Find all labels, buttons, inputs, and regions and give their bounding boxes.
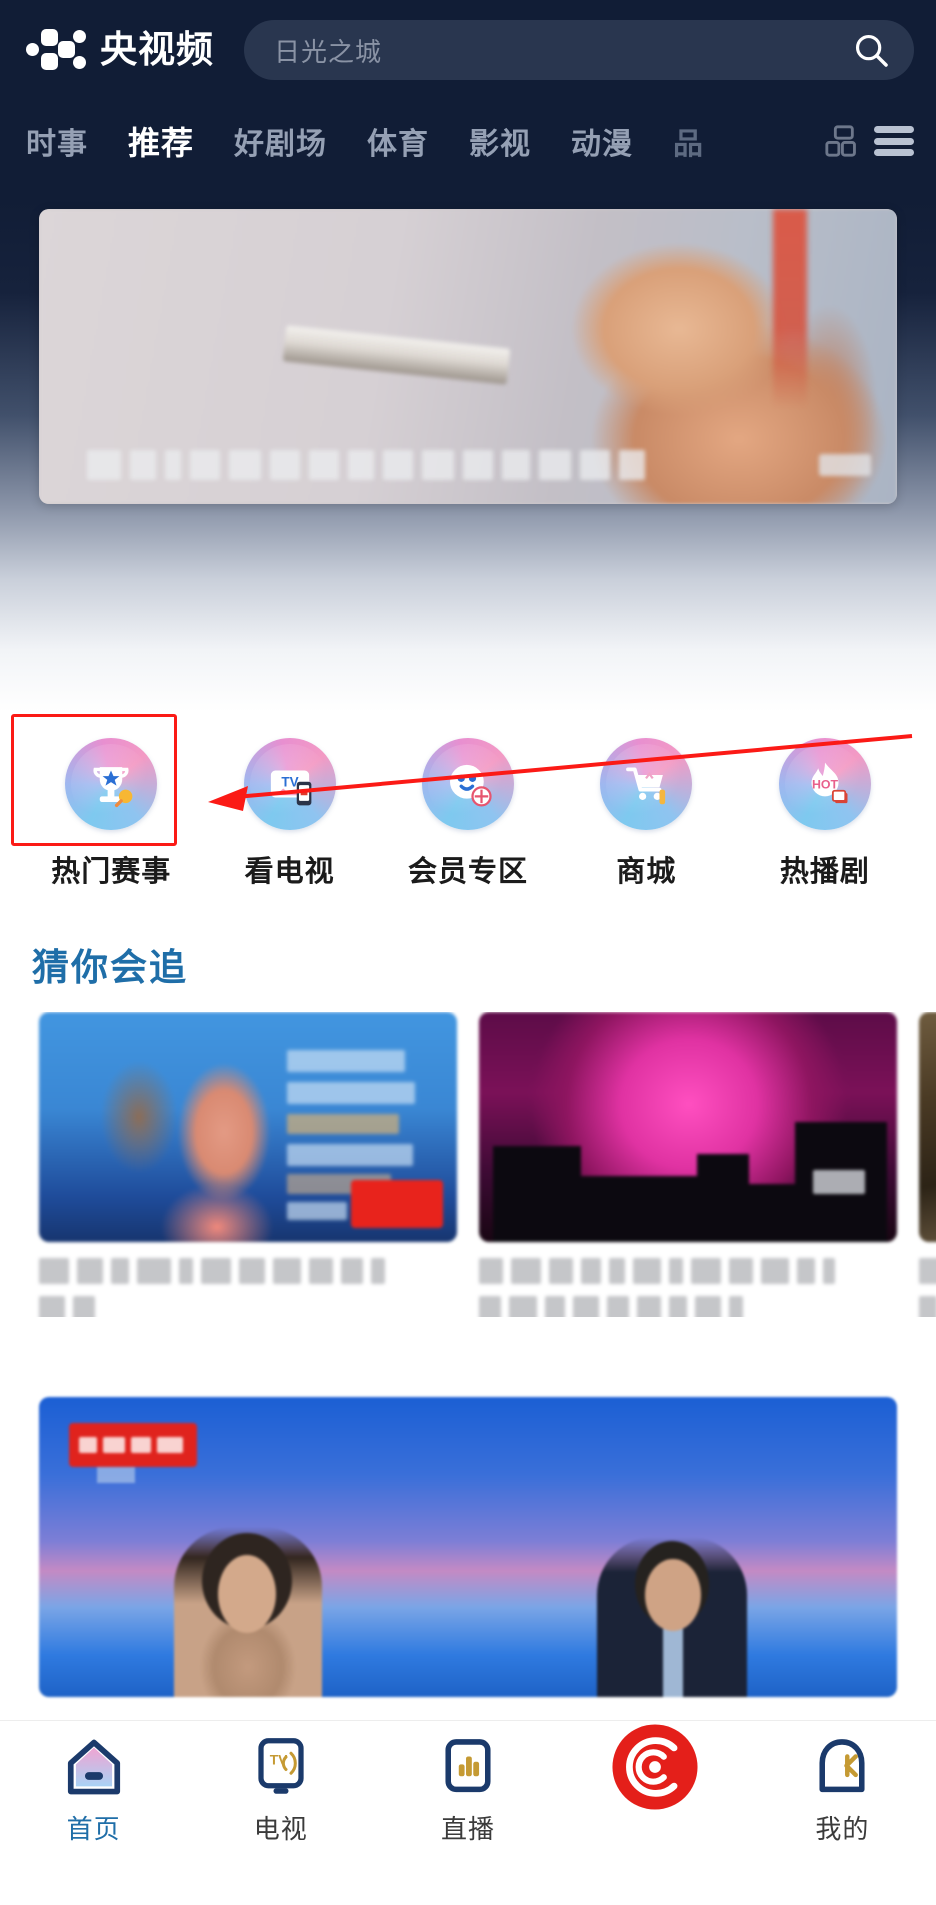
trophy-glyph bbox=[93, 767, 133, 808]
trophy-icon bbox=[65, 738, 158, 830]
record-cctv-icon bbox=[611, 1724, 699, 1810]
svg-text:TV: TV bbox=[281, 774, 298, 789]
bottom-nav-profile-label: 我的 bbox=[815, 1814, 870, 1844]
video-card[interactable] bbox=[919, 1012, 936, 1317]
vip-member-icon bbox=[422, 738, 515, 830]
quick-label-vip-zone: 会员专区 bbox=[408, 856, 529, 888]
bottom-nav-live-label: 直播 bbox=[441, 1814, 496, 1844]
feature-card-badge bbox=[69, 1423, 197, 1467]
tab-tuijian[interactable]: 推荐 bbox=[128, 118, 194, 164]
home-glyph bbox=[67, 1739, 120, 1795]
bottom-nav-home-label: 首页 bbox=[66, 1814, 121, 1844]
cctv-network-logo-icon bbox=[26, 28, 86, 72]
tab-haojuchang[interactable]: 好剧场 bbox=[234, 119, 327, 163]
tab-dongman[interactable]: 动漫 bbox=[571, 119, 633, 163]
hero-banner[interactable] bbox=[39, 209, 897, 504]
video-card[interactable] bbox=[39, 1012, 457, 1317]
tab-pin[interactable]: 品 bbox=[673, 119, 704, 163]
bottom-nav-tv[interactable]: TV 电视 bbox=[187, 1735, 374, 1846]
category-tabs: 时事 推荐 好剧场 体育 影视 动漫 品 bbox=[0, 100, 936, 182]
nav-right-controls bbox=[816, 124, 936, 158]
profile-icon bbox=[813, 1735, 871, 1799]
vip-face-glyph bbox=[450, 764, 492, 807]
bottom-navigation-bar: 首页 TV 电视 直播 我的 bbox=[0, 1720, 936, 1905]
home-icon bbox=[63, 1735, 125, 1799]
quick-item-hot-drama[interactable]: HOT 热播剧 bbox=[736, 724, 914, 890]
quick-item-vip-zone[interactable]: 会员专区 bbox=[379, 724, 557, 890]
search-placeholder-text: 日光之城 bbox=[274, 36, 383, 67]
video-card-row[interactable] bbox=[0, 1012, 936, 1317]
quick-item-mall[interactable]: 商城 bbox=[557, 724, 735, 890]
quick-label-hot-drama: 热播剧 bbox=[779, 856, 870, 888]
category-tabs-scroll[interactable]: 时事 推荐 好剧场 体育 影视 动漫 品 bbox=[26, 118, 816, 164]
section-title-guess-you-follow: 猜你会追 bbox=[32, 947, 188, 988]
video-card[interactable] bbox=[479, 1012, 897, 1317]
tab-shishi[interactable]: 时事 bbox=[26, 119, 88, 163]
bottom-nav-home[interactable]: 首页 bbox=[0, 1735, 187, 1846]
tv-device-icon: TV bbox=[252, 1735, 310, 1799]
app-logo[interactable]: 央视频 bbox=[26, 28, 214, 72]
tab-yingshi[interactable]: 影视 bbox=[469, 119, 531, 163]
app-screen: 央视频 日光之城 时事 推荐 好剧场 体育 影视 动漫 品 热门赛事 TV 看电… bbox=[0, 0, 936, 1905]
app-header: 央视频 日光之城 时事 推荐 好剧场 体育 影视 动漫 品 bbox=[0, 0, 936, 200]
quick-access-row: 热门赛事 TV 看电视 会员专区 商城 HOT 热播剧 bbox=[0, 724, 936, 900]
header-top-bar: 央视频 日光之城 bbox=[0, 0, 936, 100]
news-anchor-male bbox=[597, 1537, 747, 1697]
shopping-cart-icon bbox=[600, 738, 693, 830]
quick-label-mall: 商城 bbox=[616, 856, 677, 888]
video-card-title bbox=[919, 1258, 936, 1317]
video-thumbnail bbox=[39, 1012, 457, 1242]
hero-red-accent bbox=[773, 209, 807, 409]
record-cctv-glyph bbox=[612, 1724, 698, 1810]
tv-icon: TV bbox=[243, 738, 336, 830]
hot-flame-icon: HOT bbox=[778, 738, 871, 830]
tab-tiyu[interactable]: 体育 bbox=[367, 119, 429, 163]
live-bars-icon bbox=[440, 1735, 496, 1799]
video-thumbnail bbox=[479, 1012, 897, 1242]
bottom-nav-tv-label: 电视 bbox=[253, 1814, 308, 1844]
cart-glyph bbox=[626, 767, 666, 805]
video-thumb-tag bbox=[813, 1170, 865, 1194]
feature-video-card[interactable] bbox=[39, 1397, 897, 1697]
hamburger-menu-icon[interactable] bbox=[874, 126, 914, 156]
search-input[interactable]: 日光之城 bbox=[244, 20, 914, 80]
bottom-nav-live[interactable]: 直播 bbox=[374, 1735, 561, 1846]
bottom-nav-profile[interactable]: 我的 bbox=[749, 1735, 936, 1846]
video-thumbnail bbox=[919, 1012, 936, 1242]
hero-caption-blurred bbox=[87, 450, 645, 480]
live-bars-glyph bbox=[445, 1739, 491, 1793]
profile-glyph bbox=[819, 1739, 865, 1793]
tv-device-glyph: TV bbox=[258, 1738, 304, 1794]
hot-flame-glyph: HOT bbox=[811, 762, 848, 804]
video-thumb-tag bbox=[351, 1180, 443, 1228]
hero-corner-badge bbox=[819, 454, 871, 476]
video-card-title bbox=[39, 1258, 457, 1317]
quick-item-hot-events[interactable]: 热门赛事 bbox=[22, 724, 200, 890]
feature-card-badge-tail bbox=[97, 1467, 135, 1483]
grid-icon[interactable] bbox=[824, 124, 858, 158]
tv-glyph: TV bbox=[270, 770, 311, 806]
video-card-title bbox=[479, 1258, 897, 1317]
svg-text:HOT: HOT bbox=[812, 778, 839, 792]
search-icon[interactable] bbox=[852, 31, 890, 69]
bottom-nav-record[interactable] bbox=[562, 1724, 749, 1810]
quick-item-watch-tv[interactable]: TV 看电视 bbox=[200, 724, 378, 890]
app-name: 央视频 bbox=[100, 29, 214, 70]
quick-label-hot-events: 热门赛事 bbox=[51, 856, 172, 888]
quick-label-watch-tv: 看电视 bbox=[244, 856, 335, 888]
news-anchor-female bbox=[174, 1527, 322, 1697]
